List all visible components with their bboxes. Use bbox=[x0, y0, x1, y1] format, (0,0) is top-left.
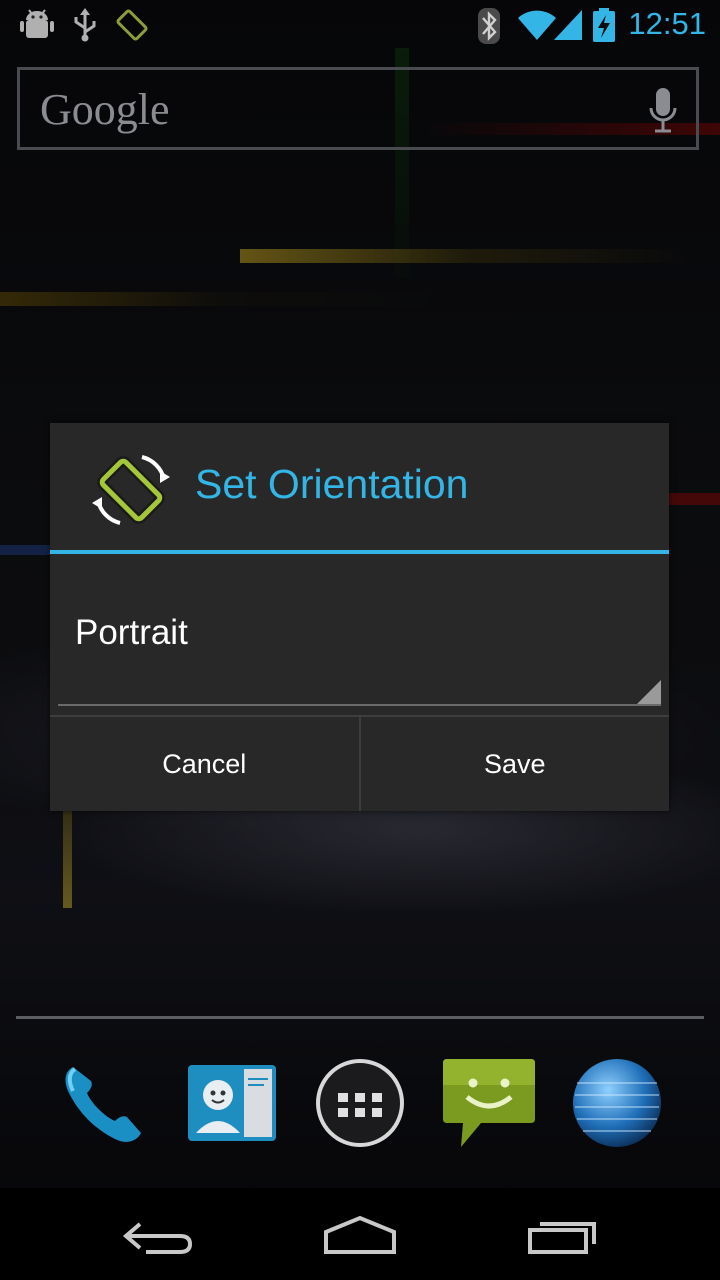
set-orientation-dialog: Set Orientation Portrait Cancel Save bbox=[50, 423, 669, 811]
google-logo: Google bbox=[40, 85, 170, 134]
cancel-button[interactable]: Cancel bbox=[50, 717, 359, 811]
battery-charging-icon bbox=[593, 8, 615, 42]
all-apps-icon[interactable] bbox=[312, 1055, 408, 1151]
back-icon[interactable] bbox=[122, 1212, 196, 1262]
contacts-icon[interactable] bbox=[184, 1055, 280, 1151]
microphone-icon[interactable] bbox=[648, 88, 678, 134]
browser-icon[interactable] bbox=[569, 1055, 665, 1151]
dialog-title: Set Orientation bbox=[195, 461, 469, 507]
orientation-selected-value: Portrait bbox=[75, 613, 188, 652]
cell-signal-icon bbox=[554, 10, 582, 40]
dock-divider bbox=[16, 1016, 704, 1019]
clock: 12:51 bbox=[628, 6, 706, 41]
home-icon[interactable] bbox=[322, 1212, 398, 1262]
status-bar: 12:51 bbox=[0, 0, 720, 50]
screen-rotation-icon bbox=[116, 9, 148, 41]
usb-icon bbox=[74, 8, 96, 42]
bluetooth-icon bbox=[478, 8, 500, 44]
android-debug-icon bbox=[20, 9, 54, 38]
dialog-button-bar: Cancel Save bbox=[50, 715, 669, 811]
google-search-bar[interactable]: Google bbox=[17, 67, 699, 150]
messaging-icon[interactable] bbox=[441, 1055, 537, 1151]
save-button[interactable]: Save bbox=[361, 717, 670, 811]
spinner-underline bbox=[58, 704, 661, 706]
dialog-title-divider bbox=[50, 550, 669, 554]
orientation-spinner[interactable]: Portrait bbox=[58, 573, 661, 706]
phone-icon[interactable] bbox=[55, 1055, 151, 1151]
spinner-dropdown-icon bbox=[637, 680, 661, 704]
recent-apps-icon[interactable] bbox=[524, 1212, 600, 1262]
screen-rotation-icon bbox=[92, 455, 170, 525]
navigation-bar bbox=[0, 1188, 720, 1280]
